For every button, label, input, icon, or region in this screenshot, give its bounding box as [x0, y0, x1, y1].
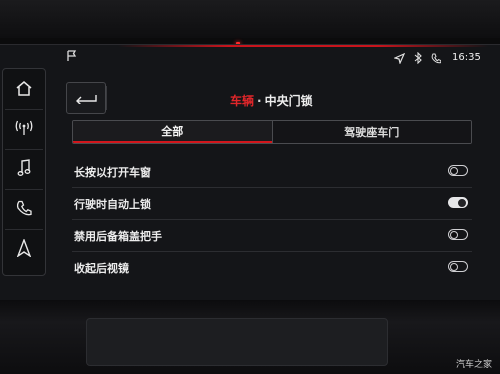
- settings-list: 长按以打开车窗 行驶时自动上锁 禁用后备箱盖把手 收起后视镜: [72, 156, 472, 283]
- nav-radio-button[interactable]: [5, 111, 43, 150]
- phone-icon: [431, 53, 442, 67]
- toggle-switch-window-open[interactable]: [448, 165, 468, 176]
- setting-row-window-open[interactable]: 长按以打开车窗: [72, 156, 472, 188]
- back-arrow-icon: [74, 89, 98, 108]
- setting-label: 禁用后备箱盖把手: [74, 229, 162, 243]
- status-icons: [393, 51, 442, 67]
- bluetooth-icon: [414, 51, 422, 67]
- breadcrumb-category: 车辆: [230, 94, 255, 108]
- watermark: 汽车之家: [455, 360, 492, 370]
- tab-driver-door[interactable]: 驾驶座车门: [271, 121, 471, 143]
- home-icon: [15, 80, 33, 101]
- setting-label: 收起后视镜: [74, 261, 129, 275]
- header-divider: [106, 86, 107, 110]
- toggle-knob: [450, 263, 458, 271]
- left-nav: [2, 68, 46, 276]
- nav-phone-button[interactable]: [5, 191, 43, 230]
- navigation-arrow-icon: [16, 238, 32, 261]
- toggle-knob: [450, 231, 458, 239]
- breadcrumb-separator: ·: [257, 94, 262, 108]
- setting-label: 长按以打开车窗: [74, 165, 151, 179]
- toggle-switch-auto-lock[interactable]: [448, 197, 468, 208]
- tab-all[interactable]: 全部: [73, 121, 272, 143]
- nav-home-button[interactable]: [5, 71, 43, 110]
- climate-control-panel: [86, 318, 388, 366]
- setting-row-auto-lock[interactable]: 行驶时自动上锁: [72, 188, 472, 220]
- setting-label: 行驶时自动上锁: [74, 197, 151, 211]
- nav-navigation-button[interactable]: [5, 231, 43, 269]
- phone-icon: [16, 200, 32, 221]
- toggle-knob: [450, 167, 458, 175]
- toggle-switch-fold-mirrors[interactable]: [448, 261, 468, 272]
- radio-antenna-icon: [14, 120, 34, 140]
- music-note-icon: [17, 159, 31, 181]
- breadcrumb-current: 中央门锁: [264, 94, 313, 108]
- setting-row-fold-mirrors[interactable]: 收起后视镜: [72, 252, 472, 283]
- clock: 16:35: [452, 52, 481, 63]
- tab-bar: 全部 驾驶座车门: [72, 120, 472, 144]
- toggle-knob: [458, 199, 466, 207]
- location-arrow-icon: [393, 52, 406, 67]
- page-title: 车辆 · 中央门锁: [230, 92, 313, 109]
- dashboard-bezel-top: [0, 0, 500, 38]
- back-button[interactable]: [66, 82, 106, 114]
- toggle-switch-trunk-handle[interactable]: [448, 229, 468, 240]
- nav-media-button[interactable]: [5, 151, 43, 190]
- setting-row-trunk-handle[interactable]: 禁用后备箱盖把手: [72, 220, 472, 252]
- flag-icon: [66, 50, 78, 62]
